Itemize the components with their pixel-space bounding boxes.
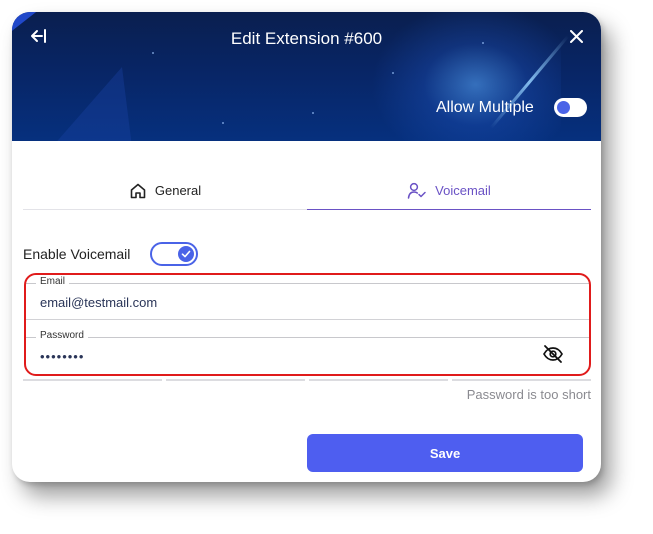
- allow-multiple-toggle[interactable]: [554, 98, 587, 117]
- tab-voicemail-label: Voicemail: [435, 183, 491, 198]
- email-label: Email: [36, 276, 70, 287]
- modal-title: Edit Extension #600: [230, 29, 383, 48]
- close-icon: [569, 29, 583, 43]
- strength-segment: [23, 379, 162, 381]
- password-label: Password: [36, 330, 88, 341]
- strength-segment: [452, 379, 591, 381]
- email-input[interactable]: email@testmail.com: [40, 295, 157, 310]
- allow-multiple-label: Allow Multiple: [436, 99, 534, 116]
- tab-voicemail[interactable]: Voicemail: [307, 172, 591, 210]
- eye-off-icon: [543, 345, 563, 363]
- toggle-password-visibility-button[interactable]: [542, 344, 564, 364]
- header-decoration: [152, 52, 154, 54]
- header-decoration: [222, 122, 224, 124]
- header-decoration: [392, 72, 394, 74]
- enable-voicemail-label: Enable Voicemail: [23, 246, 131, 262]
- strength-segment: [309, 379, 448, 381]
- enable-voicemail-row: Enable Voicemail: [23, 242, 198, 266]
- toggle-knob: [178, 246, 194, 262]
- password-input[interactable]: ••••••••: [40, 349, 84, 364]
- password-hint: Password is too short: [466, 387, 591, 402]
- modal-header: Edit Extension #600 Allow Multiple: [12, 12, 601, 141]
- header-decoration: [52, 67, 132, 141]
- password-field[interactable]: Password ••••••••: [26, 330, 589, 374]
- tab-bar: General Voicemail: [23, 172, 591, 210]
- tab-general-label: General: [154, 183, 202, 198]
- user-check-icon: [407, 182, 426, 199]
- strength-segment: [166, 379, 305, 381]
- tab-general[interactable]: General: [23, 172, 307, 210]
- checkmark-icon: [181, 250, 191, 258]
- enable-voicemail-toggle[interactable]: [150, 242, 198, 266]
- toggle-knob: [557, 101, 570, 114]
- save-button[interactable]: Save: [307, 434, 583, 472]
- edit-extension-modal: Edit Extension #600 Allow Multiple Gener…: [12, 12, 601, 482]
- email-field[interactable]: Email email@testmail.com: [26, 276, 589, 320]
- close-button[interactable]: [567, 27, 585, 45]
- header-decoration: [312, 112, 314, 114]
- password-strength-meter: [23, 379, 591, 382]
- home-icon: [130, 183, 146, 198]
